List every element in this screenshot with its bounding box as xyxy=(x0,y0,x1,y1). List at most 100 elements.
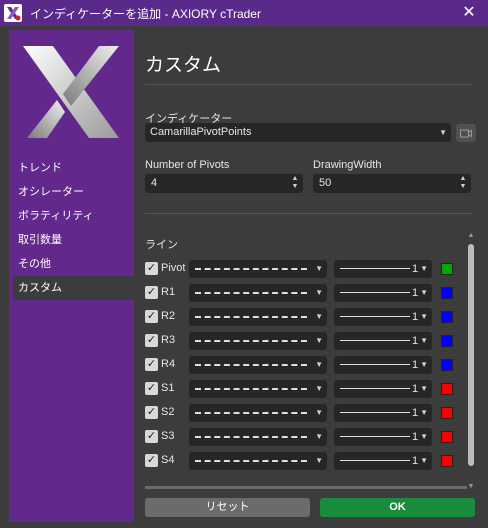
chevron-down-icon: ▼ xyxy=(315,360,323,369)
line-color-swatch[interactable] xyxy=(441,431,453,443)
line-style-select[interactable]: ▼ xyxy=(189,308,327,326)
line-width-value: 1 xyxy=(412,431,419,443)
line-style-select[interactable]: ▼ xyxy=(189,332,327,350)
line-width-select[interactable]: 1 ▼ xyxy=(334,452,432,470)
line-row: ✓ R3 ▼ 1 ▼ xyxy=(145,331,467,351)
line-color-swatch[interactable] xyxy=(441,455,453,467)
line-style-select[interactable]: ▼ xyxy=(189,428,327,446)
vertical-scrollbar[interactable]: ▲ ▼ xyxy=(466,232,476,490)
chevron-down-icon: ▼ xyxy=(315,264,323,273)
line-width-select[interactable]: 1 ▼ xyxy=(334,308,432,326)
line-width-select[interactable]: 1 ▼ xyxy=(334,284,432,302)
line-checkbox[interactable]: ✓ xyxy=(145,310,158,323)
line-color-swatch[interactable] xyxy=(441,407,453,419)
line-checkbox[interactable]: ✓ xyxy=(145,454,158,467)
scroll-down-icon[interactable]: ▼ xyxy=(466,483,476,490)
chevron-down-icon: ▼ xyxy=(315,408,323,417)
spin-arrows-icon[interactable]: ▲ ▼ xyxy=(291,175,299,191)
line-row: ✓ Pivot ▼ 1 ▼ xyxy=(145,259,467,279)
dash-style-preview xyxy=(195,436,307,438)
drawing-width-stepper[interactable]: 50 ▲ ▼ xyxy=(313,174,471,193)
line-width-select[interactable]: 1 ▼ xyxy=(334,380,432,398)
line-width-select[interactable]: 1 ▼ xyxy=(334,260,432,278)
line-width-preview xyxy=(340,436,410,437)
scroll-up-icon[interactable]: ▲ xyxy=(466,232,476,239)
chevron-down-icon: ▼ xyxy=(420,432,428,441)
line-color-swatch[interactable] xyxy=(441,287,453,299)
chevron-down-icon: ▼ xyxy=(315,336,323,345)
sidebar-item-other[interactable]: その他 xyxy=(9,252,134,276)
line-width-preview xyxy=(340,316,410,317)
dash-style-preview xyxy=(195,292,307,294)
line-name: S3 xyxy=(161,430,175,442)
line-style-select[interactable]: ▼ xyxy=(189,260,327,278)
line-width-preview xyxy=(340,292,410,293)
line-color-swatch[interactable] xyxy=(441,311,453,323)
divider xyxy=(145,84,473,85)
line-row: ✓ S3 ▼ 1 ▼ xyxy=(145,427,467,447)
line-width-value: 1 xyxy=(412,383,419,395)
line-width-value: 1 xyxy=(412,407,419,419)
chevron-down-icon: ▼ xyxy=(439,128,447,137)
chevron-down-icon: ▼ xyxy=(315,456,323,465)
sidebar-item-oscillator[interactable]: オシレーター xyxy=(9,180,134,204)
sidebar-item-custom[interactable]: カスタム xyxy=(13,276,134,300)
dash-style-preview xyxy=(195,340,307,342)
line-style-select[interactable]: ▼ xyxy=(189,380,327,398)
line-width-value: 1 xyxy=(412,335,419,347)
line-checkbox[interactable]: ✓ xyxy=(145,334,158,347)
line-width-select[interactable]: 1 ▼ xyxy=(334,356,432,374)
sidebar-item-volume[interactable]: 取引数量 xyxy=(9,228,134,252)
line-width-select[interactable]: 1 ▼ xyxy=(334,404,432,422)
chevron-down-icon: ▼ xyxy=(420,288,428,297)
line-style-select[interactable]: ▼ xyxy=(189,284,327,302)
chevron-down-icon: ▼ xyxy=(315,288,323,297)
dash-style-preview xyxy=(195,412,307,414)
line-width-value: 1 xyxy=(412,287,419,299)
line-width-select[interactable]: 1 ▼ xyxy=(334,428,432,446)
line-name: R4 xyxy=(161,358,176,370)
line-style-select[interactable]: ▼ xyxy=(189,404,327,422)
horizontal-scrollbar[interactable] xyxy=(145,486,467,489)
spin-arrows-icon[interactable]: ▲ ▼ xyxy=(459,175,467,191)
close-icon[interactable]: ✕ xyxy=(460,4,478,22)
dash-style-preview xyxy=(195,268,307,270)
line-name: R3 xyxy=(161,334,176,346)
ok-button[interactable]: OK xyxy=(320,498,475,517)
line-style-select[interactable]: ▼ xyxy=(189,356,327,374)
line-width-preview xyxy=(340,268,410,269)
line-checkbox[interactable]: ✓ xyxy=(145,430,158,443)
line-style-select[interactable]: ▼ xyxy=(189,452,327,470)
line-color-swatch[interactable] xyxy=(441,335,453,347)
line-color-swatch[interactable] xyxy=(441,383,453,395)
pivots-stepper[interactable]: 4 ▲ ▼ xyxy=(145,174,303,193)
line-width-preview xyxy=(340,460,410,461)
line-width-select[interactable]: 1 ▼ xyxy=(334,332,432,350)
indicator-select-value: CamarillaPivotPoints xyxy=(150,126,252,138)
line-checkbox[interactable]: ✓ xyxy=(145,286,158,299)
sidebar-item-trend[interactable]: トレンド xyxy=(9,156,134,180)
line-color-swatch[interactable] xyxy=(441,359,453,371)
line-width-preview xyxy=(340,364,410,365)
chevron-down-icon: ▼ xyxy=(315,312,323,321)
line-checkbox[interactable]: ✓ xyxy=(145,406,158,419)
indicator-select[interactable]: CamarillaPivotPoints ▼ xyxy=(145,123,451,142)
line-name: S2 xyxy=(161,406,175,418)
line-width-preview xyxy=(340,388,410,389)
reset-button[interactable]: リセット xyxy=(145,498,310,517)
sidebar: トレンド オシレーター ボラティリティ 取引数量 その他 カスタム xyxy=(9,30,134,522)
title-bar: インディケーターを追加 - AXIORY cTrader ✕ xyxy=(0,0,488,26)
line-width-value: 1 xyxy=(412,311,419,323)
line-row: ✓ R2 ▼ 1 ▼ xyxy=(145,307,467,327)
camera-icon xyxy=(460,129,472,137)
scroll-thumb[interactable] xyxy=(468,244,474,466)
line-checkbox[interactable]: ✓ xyxy=(145,358,158,371)
chevron-down-icon: ▼ xyxy=(420,312,428,321)
line-checkbox[interactable]: ✓ xyxy=(145,382,158,395)
line-name: Pivot xyxy=(161,262,186,274)
line-checkbox[interactable]: ✓ xyxy=(145,262,158,275)
sidebar-item-volatility[interactable]: ボラティリティ xyxy=(9,204,134,228)
line-color-swatch[interactable] xyxy=(441,263,453,275)
camera-button[interactable] xyxy=(456,124,476,142)
line-row: ✓ S2 ▼ 1 ▼ xyxy=(145,403,467,423)
